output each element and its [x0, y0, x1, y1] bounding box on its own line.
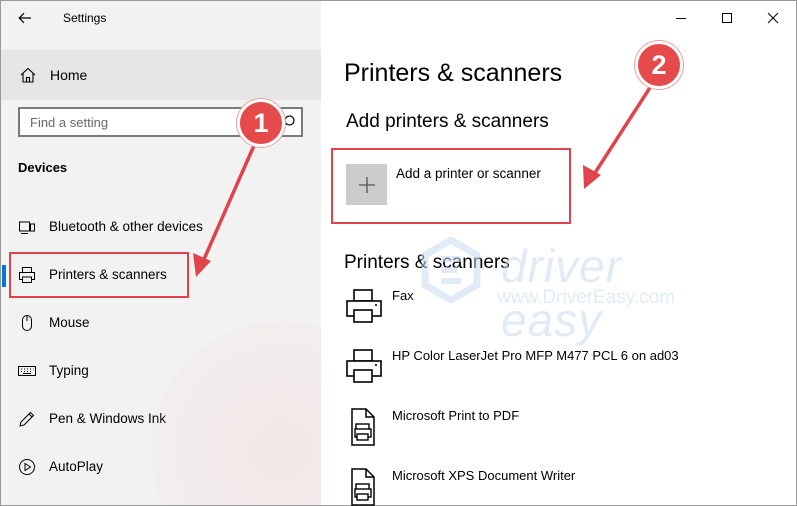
- highlight-box-add-printer: [331, 148, 571, 224]
- minimize-button[interactable]: [658, 1, 704, 35]
- back-button[interactable]: [13, 8, 37, 28]
- active-indicator: [2, 265, 6, 287]
- close-icon: [767, 12, 779, 24]
- home-icon: [20, 67, 36, 83]
- printer-name: Microsoft Print to PDF: [392, 408, 520, 423]
- list-item-printer[interactable]: HP Color LaserJet Pro MFP M477 PCL 6 on …: [344, 347, 784, 397]
- printers-list-heading: Printers & scanners: [344, 252, 510, 273]
- sidebar-item-mouse[interactable]: Mouse: [1, 303, 321, 343]
- mouse-icon: [22, 315, 32, 331]
- page-title: Printers & scanners: [344, 59, 563, 87]
- sidebar-item-label: Typing: [49, 363, 89, 378]
- minimize-icon: [676, 18, 686, 19]
- list-item-printer[interactable]: Fax: [344, 287, 784, 337]
- sidebar-item-bluetooth[interactable]: Bluetooth & other devices: [1, 207, 321, 247]
- list-item-printer[interactable]: Microsoft XPS Document Writer: [344, 467, 784, 506]
- bluetooth-devices-icon: [19, 221, 35, 234]
- title-bar-left: Settings: [1, 1, 321, 35]
- back-arrow-icon: [18, 12, 31, 24]
- printer-icon: [346, 349, 382, 383]
- list-item-printer[interactable]: Microsoft Print to PDF: [344, 407, 784, 457]
- sidebar-item-pen[interactable]: Pen & Windows Ink: [1, 399, 321, 439]
- add-printers-heading: Add printers & scanners: [346, 111, 549, 132]
- step-badge-1: 1: [237, 99, 285, 147]
- app-title: Settings: [63, 11, 107, 25]
- sidebar-item-autoplay[interactable]: AutoPlay: [1, 447, 321, 487]
- printer-name: HP Color LaserJet Pro MFP M477 PCL 6 on …: [392, 348, 679, 363]
- sidebar-item-label: AutoPlay: [49, 459, 104, 474]
- keyboard-icon: [18, 366, 36, 376]
- close-button[interactable]: [750, 1, 796, 35]
- home-nav-item[interactable]: Home: [1, 50, 321, 100]
- step-badge-2: 2: [635, 41, 683, 89]
- sidebar-item-typing[interactable]: Typing: [1, 351, 321, 391]
- document-printer-icon: [351, 408, 375, 446]
- printer-name: Fax: [392, 288, 414, 303]
- maximize-icon: [722, 13, 732, 23]
- printer-name: Microsoft XPS Document Writer: [392, 468, 576, 483]
- autoplay-icon: [19, 459, 35, 475]
- sidebar-item-label: Mouse: [49, 315, 90, 330]
- document-printer-icon: [351, 468, 375, 506]
- pen-icon: [19, 411, 35, 427]
- maximize-button[interactable]: [704, 1, 750, 35]
- window-controls: [658, 1, 796, 35]
- printer-icon: [346, 289, 382, 323]
- highlight-box-printers-nav: [9, 252, 189, 298]
- main-content: Printers & scanners Add printers & scann…: [321, 1, 796, 506]
- sidebar-item-label: Pen & Windows Ink: [49, 411, 167, 426]
- section-title-devices: Devices: [18, 160, 68, 175]
- home-label: Home: [50, 67, 88, 83]
- sidebar-item-label: Bluetooth & other devices: [49, 219, 203, 234]
